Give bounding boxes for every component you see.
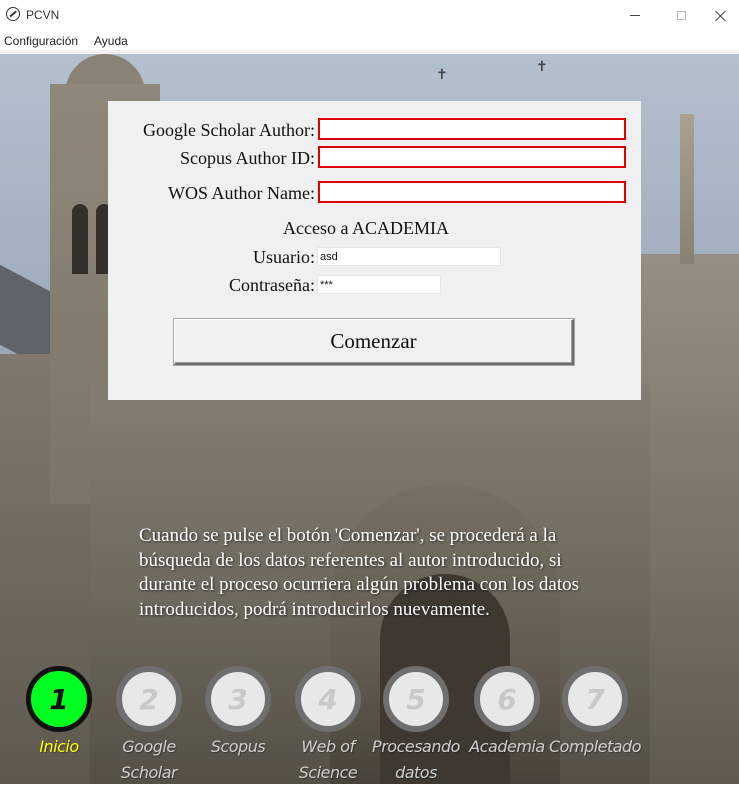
step-4-label: Web of Science <box>278 734 378 786</box>
step-4-circle: 4 <box>295 666 361 732</box>
info-line: introducidos, podrá introducirlos nuevam… <box>139 598 490 620</box>
info-line: durante el proceso ocurriera algún probl… <box>139 574 580 595</box>
username-input[interactable] <box>317 247 501 266</box>
step-label-line: Academia <box>469 737 545 756</box>
menu-ayuda[interactable]: Ayuda <box>94 34 128 48</box>
menu-bar: Configuración Ayuda <box>0 31 739 50</box>
step-7-circle: 7 <box>562 666 628 732</box>
step-label-line: Completado <box>548 737 642 756</box>
step-7-label: Completado <box>545 734 645 760</box>
close-icon <box>715 10 727 22</box>
step-1-circle: 1 <box>26 666 92 732</box>
step-6-circle: 6 <box>474 666 540 732</box>
start-button[interactable]: Comenzar <box>174 319 574 365</box>
window-title: PCVN <box>26 8 60 22</box>
minimize-button[interactable] <box>612 0 658 31</box>
close-button[interactable] <box>703 0 739 31</box>
step-5-circle: 5 <box>383 666 449 732</box>
academia-section-title: Acceso a ACADEMIA <box>283 218 449 238</box>
step-number: 2 <box>139 682 159 716</box>
app-logo-icon <box>6 7 20 21</box>
wos-label: WOS Author Name: <box>168 183 315 203</box>
step-label-line: Scholar <box>120 763 178 782</box>
user-label: Usuario: <box>253 247 315 267</box>
step-1-label: Inicio <box>9 734 109 760</box>
password-input[interactable] <box>317 275 441 294</box>
step-label-line: datos <box>395 763 437 782</box>
step-number: 4 <box>318 682 338 716</box>
step-number: 1 <box>49 682 69 716</box>
step-label-line: Procesando <box>372 737 460 756</box>
menu-configuracion[interactable]: Configuración <box>4 34 78 48</box>
info-message: Cuando se pulse el botón 'Comenzar', se … <box>139 524 679 622</box>
scopus-author-id-input[interactable] <box>318 146 626 168</box>
step-label-line: Inicio <box>39 737 79 756</box>
step-number: 7 <box>585 682 605 716</box>
maximize-icon <box>676 11 686 20</box>
step-5-label: Procesando datos <box>366 734 466 786</box>
step-3-label: Scopus <box>188 734 288 760</box>
title-bar: PCVN <box>0 0 739 31</box>
step-number: 3 <box>228 682 248 716</box>
info-line: búsqueda de los datos referentes al auto… <box>139 549 562 571</box>
step-6-label: Academia <box>457 734 557 760</box>
step-number: 6 <box>497 682 517 716</box>
step-label-line: Science <box>298 763 358 782</box>
wos-author-name-input[interactable] <box>318 181 626 203</box>
step-2-circle: 2 <box>116 666 182 732</box>
google-scholar-label: Google Scholar Author: <box>143 120 315 140</box>
scopus-label: Scopus Author ID: <box>180 148 315 168</box>
step-number: 5 <box>406 682 426 716</box>
maximize-button[interactable] <box>658 0 704 31</box>
step-3-circle: 3 <box>205 666 271 732</box>
google-scholar-author-input[interactable] <box>318 118 626 140</box>
step-label-line: Scopus <box>210 737 266 756</box>
author-form-panel: Google Scholar Author: Scopus Author ID:… <box>108 101 641 400</box>
step-label-line: Web of <box>301 737 355 756</box>
step-label-line: Google <box>122 737 176 756</box>
password-label: Contraseña: <box>229 275 315 295</box>
minimize-icon <box>630 15 640 16</box>
step-2-label: Google Scholar <box>99 734 199 786</box>
info-line: Cuando se pulse el botón 'Comenzar', se … <box>139 525 557 546</box>
